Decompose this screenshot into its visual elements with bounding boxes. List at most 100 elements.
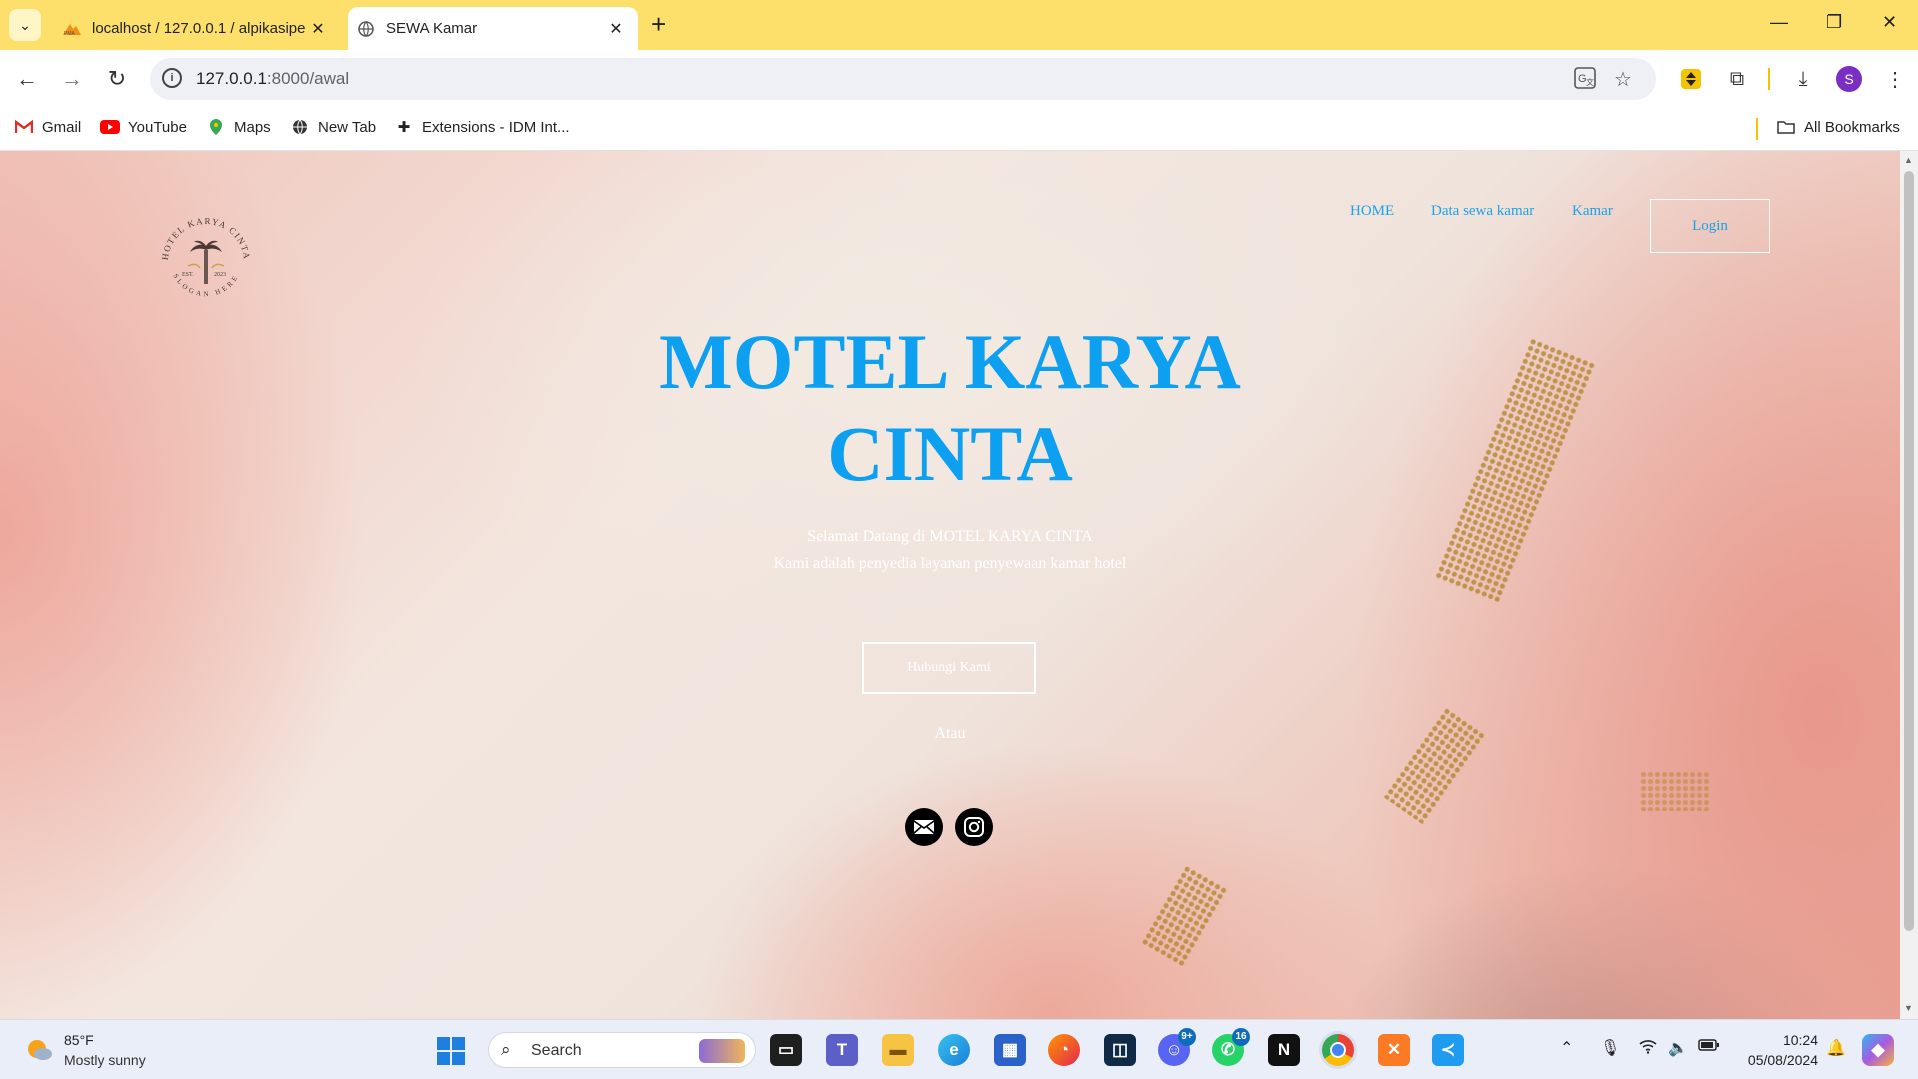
windows-taskbar: 85°F Mostly sunny ⌕ Search ▭ T ▬ e ▦ ◔ ◫… xyxy=(0,1019,1918,1079)
bookmark-maps[interactable]: Maps xyxy=(206,118,271,136)
firefox-icon[interactable]: ◔ xyxy=(1048,1034,1080,1066)
youtube-icon xyxy=(100,118,120,136)
address-bar[interactable]: i 127.0.0.1:8000/awal G文 ☆ xyxy=(150,58,1656,100)
gmail-icon xyxy=(14,118,34,136)
globe-icon xyxy=(356,20,376,37)
bookmark-label: YouTube xyxy=(128,118,187,136)
windows-start-icon[interactable] xyxy=(436,1036,466,1066)
weather-temperature[interactable]: 85°F xyxy=(64,1032,94,1048)
arrow-right-icon: → xyxy=(61,66,83,91)
site-info-icon[interactable]: i xyxy=(162,68,182,88)
file-explorer-icon[interactable]: ▬ xyxy=(882,1034,914,1066)
nav-kamar[interactable]: Kamar xyxy=(1572,203,1613,220)
page-scrollbar[interactable]: ▲ ▼ xyxy=(1900,151,1918,1019)
more-menu-icon[interactable]: ⋮ xyxy=(1882,66,1908,92)
scroll-down-icon[interactable]: ▼ xyxy=(1904,1003,1913,1013)
tab-phpmyadmin[interactable]: PMA localhost / 127.0.0.1 / alpikasipe ✕ xyxy=(54,7,340,50)
tab-title: localhost / 127.0.0.1 / alpikasipe xyxy=(92,20,306,37)
arrow-left-icon: ← xyxy=(16,66,38,91)
scroll-thumb[interactable] xyxy=(1904,171,1914,931)
discord-icon[interactable]: ☺ 9+ xyxy=(1158,1028,1196,1066)
show-hidden-icons[interactable]: ⌃ xyxy=(1560,1038,1573,1058)
xampp-icon[interactable]: ✕ xyxy=(1378,1034,1410,1066)
tab-search-button[interactable]: ⌄ xyxy=(9,9,41,41)
svg-text:PMA: PMA xyxy=(64,31,76,36)
maps-icon xyxy=(206,118,226,136)
bookmark-label: Gmail xyxy=(42,118,82,136)
or-text: Atau xyxy=(934,725,966,742)
svg-text:文: 文 xyxy=(1586,77,1594,87)
hero-title-line1: MOTEL KARYA xyxy=(659,318,1241,405)
profile-avatar[interactable]: S xyxy=(1836,66,1862,92)
extensions-puzzle-icon[interactable]: ⧉ xyxy=(1724,66,1750,92)
url-text[interactable]: 127.0.0.1:8000/awal xyxy=(196,69,349,89)
database-app-icon[interactable]: ◫ xyxy=(1104,1034,1136,1066)
edge-icon[interactable]: e xyxy=(938,1034,970,1066)
hero-title-line2: CINTA xyxy=(827,410,1073,497)
extension-idm-icon[interactable] xyxy=(1678,66,1704,92)
folder-icon xyxy=(1776,118,1796,136)
forward-button[interactable]: → xyxy=(55,62,89,96)
whatsapp-icon[interactable]: ✆ 16 xyxy=(1212,1028,1250,1066)
vscode-icon[interactable]: ≺ xyxy=(1432,1034,1464,1066)
close-icon[interactable]: ✕ xyxy=(306,19,330,39)
bookmark-label: Extensions - IDM Int... xyxy=(422,118,570,136)
back-button[interactable]: ← xyxy=(10,62,44,96)
browser-titlebar: ⌄ PMA localhost / 127.0.0.1 / alpikasipe… xyxy=(0,0,1918,50)
welcome-text: Selamat Datang di MOTEL KARYA CINTA xyxy=(807,528,1093,545)
battery-icon[interactable] xyxy=(1698,1038,1720,1057)
minimize-button[interactable]: — xyxy=(1770,12,1788,33)
toolbar-divider xyxy=(1768,68,1770,90)
gold-leaf-decoration xyxy=(1140,864,1230,968)
instagram-icon[interactable] xyxy=(955,808,993,846)
clock-date: 05/08/2024 xyxy=(1747,1052,1818,1068)
translate-icon[interactable]: G文 xyxy=(1574,67,1596,95)
weather-description[interactable]: Mostly sunny xyxy=(64,1052,146,1068)
taskbar-search-box[interactable]: ⌕ Search xyxy=(488,1032,756,1068)
notion-icon[interactable]: N xyxy=(1268,1034,1300,1066)
tab-sewa-kamar[interactable]: SEWA Kamar ✕ xyxy=(348,7,638,50)
search-icon: ⌕ xyxy=(501,1040,511,1059)
star-icon[interactable]: ☆ xyxy=(1614,67,1632,92)
teams-icon[interactable]: T xyxy=(826,1034,858,1066)
microsoft-store-icon[interactable]: ▦ xyxy=(994,1034,1026,1066)
logo-year-text: 2023 xyxy=(214,272,226,278)
close-window-button[interactable]: ✕ xyxy=(1882,12,1897,33)
weather-sun-icon[interactable] xyxy=(24,1034,54,1064)
logo-est-text: EST. xyxy=(182,272,194,278)
download-icon[interactable]: ⤓ xyxy=(1790,66,1816,92)
bookmark-new-tab[interactable]: New Tab xyxy=(290,118,376,136)
notification-bell-icon[interactable]: 🔔 xyxy=(1826,1038,1846,1058)
nav-home[interactable]: HOME xyxy=(1350,203,1394,220)
chrome-center xyxy=(1330,1042,1346,1058)
scroll-up-icon[interactable]: ▲ xyxy=(1904,155,1913,165)
new-tab-button[interactable]: + xyxy=(651,10,666,38)
hotel-logo[interactable]: HOTEL KARYA CINTA SLOGAN HERE EST. 2023 xyxy=(150,206,262,318)
restore-button[interactable]: ❐ xyxy=(1826,12,1842,33)
contact-us-button[interactable]: Hubungi Kami xyxy=(862,642,1036,694)
bookmark-youtube[interactable]: YouTube xyxy=(100,118,187,136)
wifi-icon[interactable] xyxy=(1638,1038,1658,1059)
browser-toolbar: ← → ↻ i 127.0.0.1:8000/awal G文 ☆ ⧉ ⤓ ⋮ xyxy=(0,50,1918,108)
volume-icon[interactable]: 🔈 xyxy=(1668,1038,1688,1058)
gold-leaf-decoration xyxy=(1382,706,1488,826)
all-bookmarks-button[interactable]: All Bookmarks xyxy=(1776,118,1900,136)
microphone-icon[interactable]: 🎙 xyxy=(1600,1038,1620,1058)
close-icon[interactable]: ✕ xyxy=(604,19,628,39)
url-path: :8000/awal xyxy=(266,69,350,88)
system-clock[interactable]: 10:24 05/08/2024 xyxy=(1738,1030,1818,1070)
email-icon[interactable] xyxy=(905,808,943,846)
svg-text:HOTEL KARYA CINTA: HOTEL KARYA CINTA xyxy=(160,216,252,261)
all-bookmarks-label: All Bookmarks xyxy=(1804,118,1900,136)
whatsapp-badge: 16 xyxy=(1232,1028,1250,1046)
clock-time: 10:24 xyxy=(1782,1032,1818,1048)
bookmark-gmail[interactable]: Gmail xyxy=(14,118,81,136)
nav-data-sewa-kamar[interactable]: Data sewa kamar xyxy=(1431,203,1534,220)
copilot-icon[interactable]: ◆ xyxy=(1862,1034,1894,1066)
login-button[interactable]: Login xyxy=(1650,199,1770,253)
chrome-icon[interactable] xyxy=(1322,1034,1354,1066)
tab-title: SEWA Kamar xyxy=(386,20,478,37)
bookmark-extensions-idm[interactable]: ✚ Extensions - IDM Int... xyxy=(394,118,570,137)
task-view-icon[interactable]: ▭ xyxy=(770,1034,802,1066)
reload-button[interactable]: ↻ xyxy=(100,62,134,96)
